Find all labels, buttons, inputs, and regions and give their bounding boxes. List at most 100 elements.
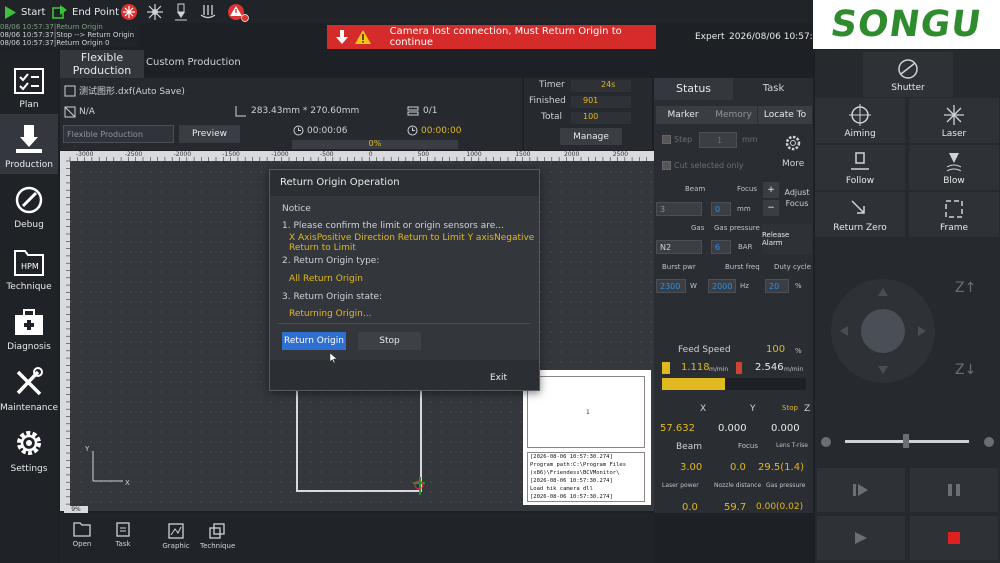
stop-icon [948, 532, 960, 544]
task-button[interactable]: Task [111, 521, 135, 548]
part-outline [296, 391, 425, 495]
sidebar-label: Settings [10, 464, 48, 474]
notice-heading: Notice [282, 204, 311, 214]
sun-button[interactable] [146, 3, 164, 21]
gear-icon[interactable] [784, 134, 802, 152]
play-icon [855, 532, 867, 544]
play-icon [5, 5, 16, 19]
cut-selected-label: Cut selected only [674, 161, 744, 170]
technique-button[interactable]: Technique [200, 523, 235, 550]
more-button[interactable]: More [782, 159, 804, 169]
shutter-button[interactable]: Shutter [863, 52, 953, 97]
debug-icon [15, 186, 43, 214]
marker-button[interactable]: Marker [656, 106, 710, 124]
file-name: 测试图形.dxf(Auto Save) [79, 87, 185, 97]
z-up-button[interactable]: Z↑ [955, 280, 976, 296]
laser-power-label: Laser power [662, 482, 699, 489]
sidebar-item-production[interactable]: Production [0, 114, 58, 174]
preview-button[interactable]: Preview [179, 125, 240, 143]
burst-freq-input[interactable]: 2000 [708, 279, 736, 293]
step-unit: mm [742, 135, 758, 144]
production-mode-select[interactable]: Flexible Production [63, 125, 174, 143]
sun-icon [147, 4, 163, 20]
nozzle-button[interactable] [174, 3, 188, 21]
step-input[interactable]: 1 [699, 132, 737, 148]
focus-label: Focus [737, 185, 757, 193]
step-checkbox[interactable] [662, 135, 671, 144]
exit-button[interactable]: Exit [490, 373, 507, 383]
play-button[interactable] [817, 516, 905, 560]
sidebar-item-technique[interactable]: HPM Technique [0, 236, 58, 296]
gas-pressure-input[interactable]: 6 [711, 240, 731, 254]
start-button[interactable]: Start [4, 3, 45, 21]
sidebar-item-settings[interactable]: Settings [0, 418, 58, 478]
tab-task[interactable]: Task [734, 78, 813, 100]
sidebar-label: Debug [14, 220, 44, 230]
material-row: N/A [64, 106, 95, 118]
laser-toggle-button[interactable] [120, 3, 138, 21]
bottom-toolbar: Open Task Graphic Technique [60, 513, 654, 563]
aiming-button[interactable]: Aiming [815, 98, 905, 143]
tab-custom-production[interactable]: Custom Production [146, 57, 241, 68]
camera-frame: 1 [527, 376, 645, 448]
pause-icon [948, 484, 960, 496]
pause-button[interactable] [910, 468, 998, 512]
feed-indicator [662, 362, 670, 374]
burst-freq-label: Burst freq [725, 263, 760, 271]
folder-icon: HPM [14, 250, 44, 276]
jog-pad[interactable] [828, 276, 938, 386]
ruler-tick-label: 500 [417, 151, 430, 158]
focus-input[interactable]: 0 [711, 202, 731, 216]
memory-select[interactable]: Memory [710, 106, 757, 124]
svg-text:Y: Y [84, 445, 90, 453]
speed-increase-button[interactable] [984, 437, 994, 447]
adjust-focus-button[interactable]: Adjust Focus [782, 187, 812, 209]
open-button[interactable]: Open [70, 521, 94, 548]
finished-label: Finished [529, 96, 566, 106]
sidebar-item-debug[interactable]: Debug [0, 174, 58, 234]
burst-power-input[interactable]: 2300 [656, 279, 686, 293]
cut-selected-checkbox[interactable] [662, 161, 671, 170]
frame-button[interactable]: Frame [909, 192, 999, 237]
sidebar-item-diagnosis[interactable]: Diagnosis [0, 296, 58, 356]
graphic-button[interactable]: Graphic [162, 523, 190, 550]
burst-power-unit: W [690, 282, 697, 290]
release-alarm-button[interactable]: Release Alarm [762, 224, 812, 254]
alarm-button[interactable] [227, 3, 249, 22]
log-line: 08/06 10:57:37|Return Origin [0, 23, 103, 31]
duty-cycle-input[interactable]: 20 [765, 279, 789, 293]
end-point-icon [52, 5, 67, 19]
z-stop-label: Stop [782, 404, 798, 412]
blow-button[interactable]: Blow [909, 145, 999, 190]
stop-button[interactable]: Stop [358, 332, 421, 350]
clock-icon [407, 125, 418, 136]
gas-select[interactable]: N2 [656, 240, 702, 254]
z-down-button[interactable]: Z↓ [955, 362, 976, 378]
manage-button[interactable]: Manage [560, 128, 622, 145]
console-line: [2026-08-06 10:57:30.274] [530, 454, 613, 460]
end-point-button[interactable]: End Point [52, 3, 119, 21]
laser-button[interactable]: Laser [909, 98, 999, 143]
focus-increase-button[interactable]: + [763, 182, 779, 198]
follow-button[interactable] [199, 3, 217, 21]
remaining-time: 00:00:00 [407, 125, 461, 136]
instruction-2: 2. Return Origin type: [282, 256, 380, 266]
beam-select[interactable]: 3 [656, 202, 702, 216]
sidebar-item-maintenance[interactable]: Maintenance [0, 357, 58, 417]
tab-flexible-production[interactable]: Flexible Production [60, 50, 144, 78]
gas-pressure-label: Gas pressure [714, 224, 760, 232]
gas-label: Gas [691, 224, 705, 232]
stop-machine-button[interactable] [910, 516, 998, 560]
step-forward-button[interactable] [817, 468, 905, 512]
speed-slider-thumb[interactable] [903, 434, 909, 448]
return-zero-button[interactable]: Return Zero [815, 192, 905, 237]
speed-decrease-button[interactable] [821, 437, 831, 447]
return-origin-button[interactable]: Return Origin [282, 332, 346, 350]
focus-decrease-button[interactable]: − [763, 200, 779, 216]
copy-icon [209, 523, 225, 539]
locate-to-button[interactable]: Locate To [758, 106, 812, 124]
sidebar-item-plan[interactable]: Plan [0, 54, 58, 114]
open-label: Open [72, 540, 92, 548]
tab-status[interactable]: Status [654, 78, 733, 100]
follow-control-button[interactable]: Follow [815, 145, 905, 190]
